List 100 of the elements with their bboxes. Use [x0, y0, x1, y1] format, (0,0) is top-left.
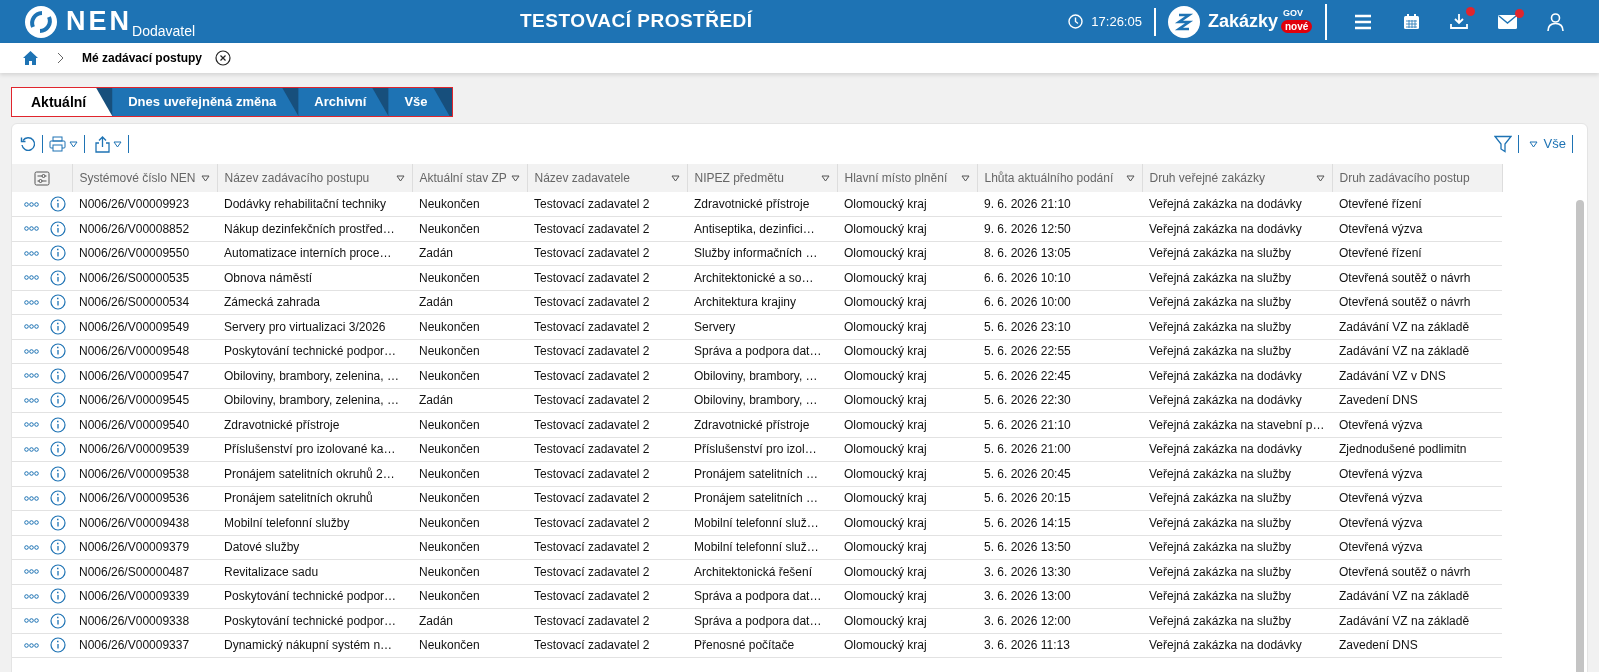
table-cell: Obnova náměstí — [224, 270, 313, 285]
menu-icon[interactable] — [1354, 13, 1372, 30]
filter-triangle-icon[interactable] — [960, 174, 970, 182]
more-options-icon[interactable] — [24, 201, 39, 207]
table-cell: Veřejná zakázka na služby — [1149, 540, 1292, 555]
info-icon[interactable] — [50, 196, 66, 212]
column-header[interactable]: Aktuální stav ZP — [419, 169, 507, 187]
info-icon[interactable] — [50, 563, 66, 580]
share-icon[interactable] — [95, 135, 110, 153]
filter-triangle-icon[interactable] — [670, 174, 680, 182]
more-options-icon[interactable] — [24, 495, 39, 501]
table-cell: Olomoucký kraj — [844, 638, 927, 653]
info-icon[interactable] — [50, 220, 66, 237]
more-options-icon[interactable] — [24, 299, 39, 305]
more-options-icon[interactable] — [24, 422, 39, 428]
more-options-icon[interactable] — [24, 569, 39, 575]
info-icon[interactable] — [50, 490, 66, 507]
column-header[interactable]: Druh zadávacího postup — [1339, 169, 1470, 187]
column-header[interactable]: Systémové číslo NEN — [79, 169, 196, 187]
info-icon[interactable] — [50, 441, 66, 458]
table-cell: N006/26/V00009337 — [79, 638, 190, 653]
table-cell: Poskytování technické podpor… — [224, 613, 397, 628]
filter-preset[interactable]: Vše — [1543, 134, 1566, 154]
table-cell: Architektura krajiny — [694, 295, 797, 310]
info-icon[interactable] — [50, 514, 66, 531]
filter-triangle-icon[interactable] — [510, 174, 520, 182]
mail-icon[interactable] — [1497, 14, 1517, 29]
more-options-icon[interactable] — [24, 324, 39, 330]
tab[interactable]: Aktuální — [12, 88, 113, 116]
info-icon[interactable] — [50, 637, 66, 654]
filter-triangle-icon[interactable] — [1125, 174, 1135, 182]
info-icon[interactable] — [50, 294, 66, 311]
table-cell: N006/26/V00009540 — [79, 417, 190, 432]
info-icon[interactable] — [50, 392, 66, 409]
user-icon[interactable] — [1546, 12, 1564, 31]
zakazky-logo-icon[interactable] — [1167, 5, 1200, 38]
info-icon[interactable] — [50, 269, 66, 286]
info-icon[interactable] — [50, 612, 66, 629]
more-options-icon[interactable] — [24, 373, 39, 379]
brand-name[interactable]: Zakázky — [1207, 8, 1278, 35]
breadcrumb-current[interactable]: Mé zadávací postupy — [82, 49, 203, 67]
more-options-icon[interactable] — [24, 471, 39, 477]
more-options-icon[interactable] — [24, 520, 39, 526]
info-icon[interactable] — [50, 539, 66, 556]
more-options-icon[interactable] — [24, 593, 39, 599]
table-cell: Neukončen — [419, 344, 480, 359]
column-header[interactable]: NIPEZ předmětu — [694, 169, 784, 187]
dropdown-triangle-icon[interactable] — [69, 140, 78, 148]
scrollbar[interactable] — [1576, 200, 1584, 672]
filter-triangle-icon[interactable] — [395, 174, 405, 182]
dropdown-triangle-icon[interactable] — [1528, 140, 1538, 148]
calendar-icon[interactable] — [1402, 13, 1420, 30]
table-cell: N006/26/V00009536 — [79, 491, 190, 506]
tab[interactable]: Archivní — [298, 88, 389, 116]
tab[interactable]: Vše — [388, 88, 450, 116]
column-header[interactable]: Název zadávacího postupu — [224, 169, 370, 187]
table-cell: Testovací zadavatel 2 — [534, 589, 650, 604]
info-icon[interactable] — [50, 318, 66, 335]
table-cell: N006/26/S00000535 — [79, 270, 190, 285]
print-icon[interactable] — [49, 136, 66, 152]
home-icon[interactable] — [22, 50, 39, 66]
refresh-icon[interactable] — [20, 136, 36, 152]
info-icon[interactable] — [50, 343, 66, 360]
table-cell: Dynamický nákupní systém n… — [224, 638, 393, 653]
download-icon[interactable] — [1450, 13, 1468, 30]
table-cell: Testovací zadavatel 2 — [534, 246, 650, 261]
filter-triangle-icon[interactable] — [820, 174, 830, 182]
table-cell: 5. 6. 2026 20:15 — [984, 491, 1071, 506]
column-settings-icon[interactable] — [33, 171, 50, 187]
table-cell: Veřejná zakázka na služby — [1149, 515, 1292, 530]
more-options-icon[interactable] — [24, 348, 39, 354]
more-options-icon[interactable] — [24, 642, 39, 648]
table-cell: Zadán — [419, 295, 454, 310]
table-cell: Zadán — [419, 613, 454, 628]
column-header[interactable]: Lhůta aktuálního podání — [984, 169, 1114, 187]
clock-icon — [1068, 14, 1084, 29]
info-icon[interactable] — [50, 367, 66, 384]
more-options-icon[interactable] — [24, 275, 39, 281]
info-icon[interactable] — [50, 588, 66, 605]
column-header[interactable]: Hlavní místo plnění — [844, 169, 948, 187]
more-options-icon[interactable] — [24, 446, 39, 452]
more-options-icon[interactable] — [24, 397, 39, 403]
filter-icon[interactable] — [1493, 135, 1512, 153]
more-options-icon[interactable] — [24, 226, 39, 232]
info-icon[interactable] — [50, 465, 66, 482]
column-header[interactable]: Název zadavatele — [534, 169, 630, 187]
more-options-icon[interactable] — [24, 544, 39, 550]
filter-triangle-icon[interactable] — [200, 174, 210, 182]
more-options-icon[interactable] — [24, 618, 39, 624]
info-icon[interactable] — [50, 245, 66, 262]
info-icon[interactable] — [50, 416, 66, 433]
table-cell: 9. 6. 2026 12:50 — [984, 221, 1071, 236]
table-cell: Olomoucký kraj — [844, 368, 927, 383]
close-icon[interactable] — [215, 50, 232, 66]
tab[interactable]: Dnes uveřejněná změna — [112, 88, 299, 116]
more-options-icon[interactable] — [24, 250, 39, 256]
table-cell: Testovací zadavatel 2 — [534, 515, 650, 530]
column-header[interactable]: Druh veřejné zakázky — [1149, 169, 1265, 187]
dropdown-triangle-icon[interactable] — [113, 140, 122, 148]
filter-triangle-icon[interactable] — [1315, 174, 1325, 182]
